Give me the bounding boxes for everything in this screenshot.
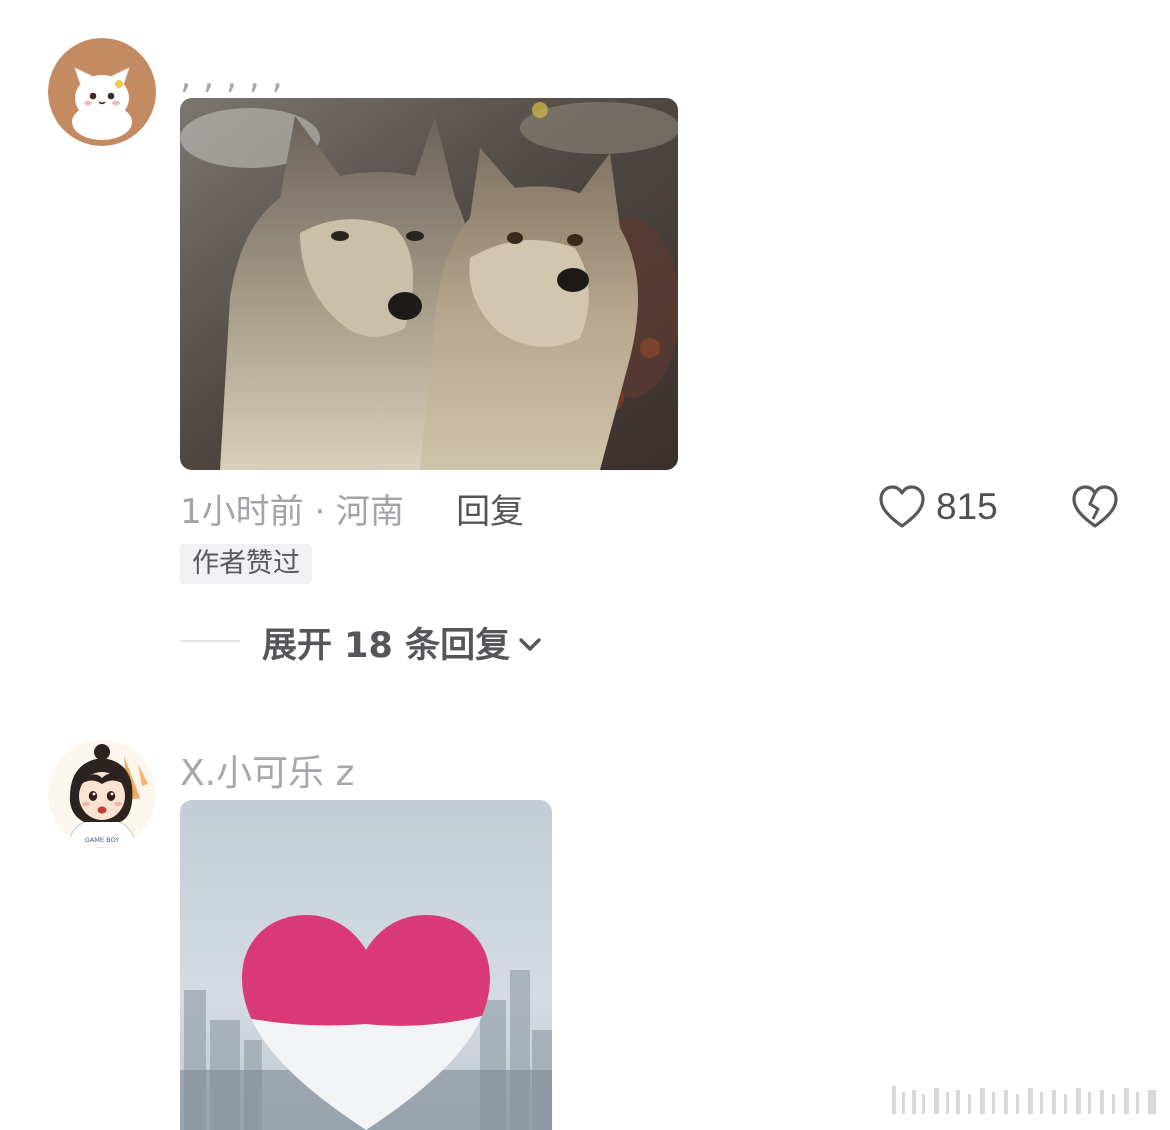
like-count: 815: [936, 486, 998, 527]
time-location: 1小时前 · 河南: [180, 491, 405, 532]
shirt-text: GAME BOY: [85, 836, 119, 844]
author-liked-badge: 作者赞过: [180, 544, 312, 584]
girl-avatar-icon: GAME BOY: [48, 740, 156, 848]
expand-replies-label: 展开 18 条回复: [262, 625, 511, 666]
dislike-button[interactable]: [1070, 482, 1120, 532]
user-avatar-cat[interactable]: [48, 38, 156, 146]
chevron-down-icon: [518, 622, 542, 662]
like-button[interactable]: 815: [878, 482, 998, 532]
expand-replies-button[interactable]: 展开 18 条回复: [262, 618, 542, 666]
reply-button[interactable]: 回复: [456, 484, 524, 533]
cat-avatar-icon: [48, 38, 156, 146]
comment-image-heart[interactable]: [180, 800, 552, 1130]
wolves-photo: [180, 98, 678, 470]
username[interactable]: , , , , ,: [180, 56, 283, 97]
expand-divider: [180, 640, 240, 642]
broken-heart-icon: [1072, 485, 1118, 528]
comment-meta: 1小时前 · 河南 回复: [180, 484, 524, 532]
heart-cityscape-photo: [180, 800, 552, 1130]
comment-image-wolves[interactable]: [180, 98, 678, 470]
home-indicator: [888, 1082, 1160, 1118]
username[interactable]: X.小可乐 z: [180, 744, 354, 796]
comment-feed: , , , , , 1小时前 · 河南 回复 815 作者赞过 展开 18 条回…: [0, 0, 1170, 1130]
heart-outline-icon: [879, 485, 925, 528]
user-avatar-girl[interactable]: GAME BOY: [48, 740, 156, 848]
